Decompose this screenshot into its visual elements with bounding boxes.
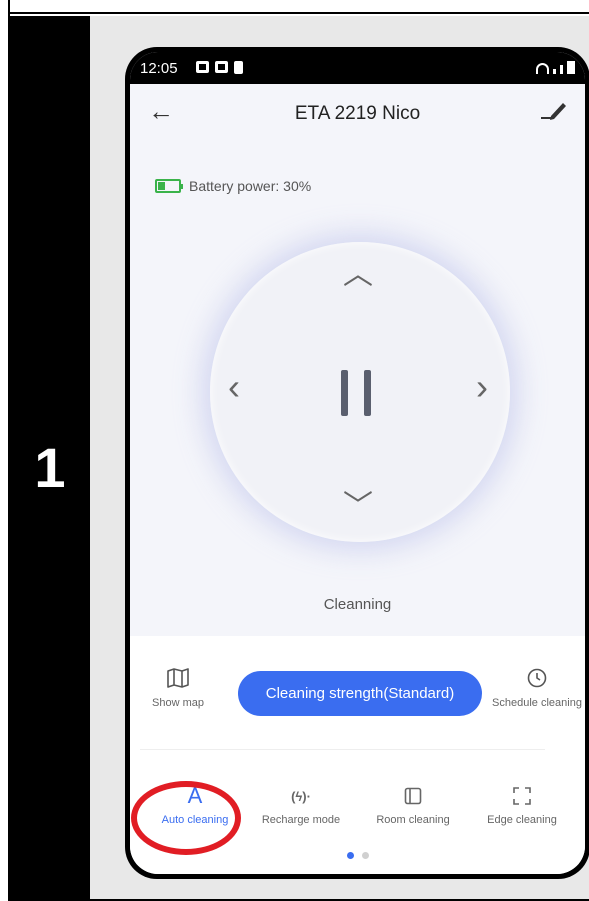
status-bar: 12:05 — [130, 52, 585, 84]
chevron-right-icon[interactable]: › — [476, 369, 488, 405]
cleaning-strength-button[interactable]: Cleaning strength(Standard) — [238, 671, 482, 716]
schedule-cleaning-button[interactable]: Schedule cleaning — [482, 668, 585, 709]
phone-screen: 12:05 ← ETA 2219 Nico Battery power: 30%… — [130, 52, 585, 874]
page-dot — [346, 852, 354, 859]
highlight-ring — [131, 781, 241, 855]
edge-cleaning-icon — [467, 781, 577, 811]
chevron-down-icon[interactable]: ﹀ — [343, 492, 373, 522]
signal-bar-icon — [560, 65, 563, 74]
schedule-cleaning-label: Schedule cleaning — [492, 697, 582, 709]
show-map-label: Show map — [152, 697, 204, 709]
app-bar: ← ETA 2219 Nico — [130, 84, 585, 146]
battery-icon — [155, 179, 183, 193]
mode-label: Edge cleaning — [487, 814, 557, 826]
app-notification-icon — [215, 61, 228, 73]
chevron-left-icon[interactable]: ‹ — [228, 369, 240, 405]
edit-pencil-icon[interactable] — [539, 98, 567, 122]
mode-label: Recharge mode — [261, 814, 341, 826]
mode-room-cleaning[interactable]: Room cleaning — [358, 781, 468, 826]
system-icons — [536, 61, 575, 74]
show-map-button[interactable]: Show map — [148, 668, 208, 709]
signal-icon — [553, 69, 556, 74]
clock-icon — [527, 668, 547, 688]
battery-notification-icon — [234, 61, 243, 74]
gallery-notification-icon — [196, 61, 209, 73]
document-header-strip — [10, 0, 589, 14]
battery-status-icon — [567, 61, 575, 74]
wifi-icon — [536, 63, 549, 74]
mode-label: Room cleaning — [376, 814, 450, 826]
battery-level-fill — [158, 182, 165, 190]
chevron-up-icon[interactable]: ︿ — [343, 260, 373, 290]
page-dot — [361, 852, 369, 859]
step-number: 1 — [34, 436, 66, 499]
recharge-icon: (ϟ)· — [291, 788, 311, 804]
direction-control-pad[interactable]: ︿ ‹ › ﹀ — [210, 242, 510, 542]
map-icon — [167, 668, 189, 688]
status-time: 12:05 — [140, 60, 178, 77]
cleaning-status-label: Cleanning — [323, 596, 392, 613]
notification-icons — [196, 61, 243, 74]
device-name-title: ETA 2219 Nico — [294, 103, 421, 124]
mode-recharge[interactable]: (ϟ)· Recharge mode — [246, 781, 356, 827]
battery-indicator: Battery power: 30% — [155, 178, 311, 194]
pause-icon — [341, 370, 348, 416]
mode-edge-cleaning[interactable]: Edge cleaning — [467, 781, 577, 826]
room-cleaning-icon — [358, 781, 468, 811]
pause-button[interactable] — [336, 370, 376, 416]
battery-label: Battery power: 30% — [189, 178, 312, 194]
divider — [140, 749, 545, 750]
